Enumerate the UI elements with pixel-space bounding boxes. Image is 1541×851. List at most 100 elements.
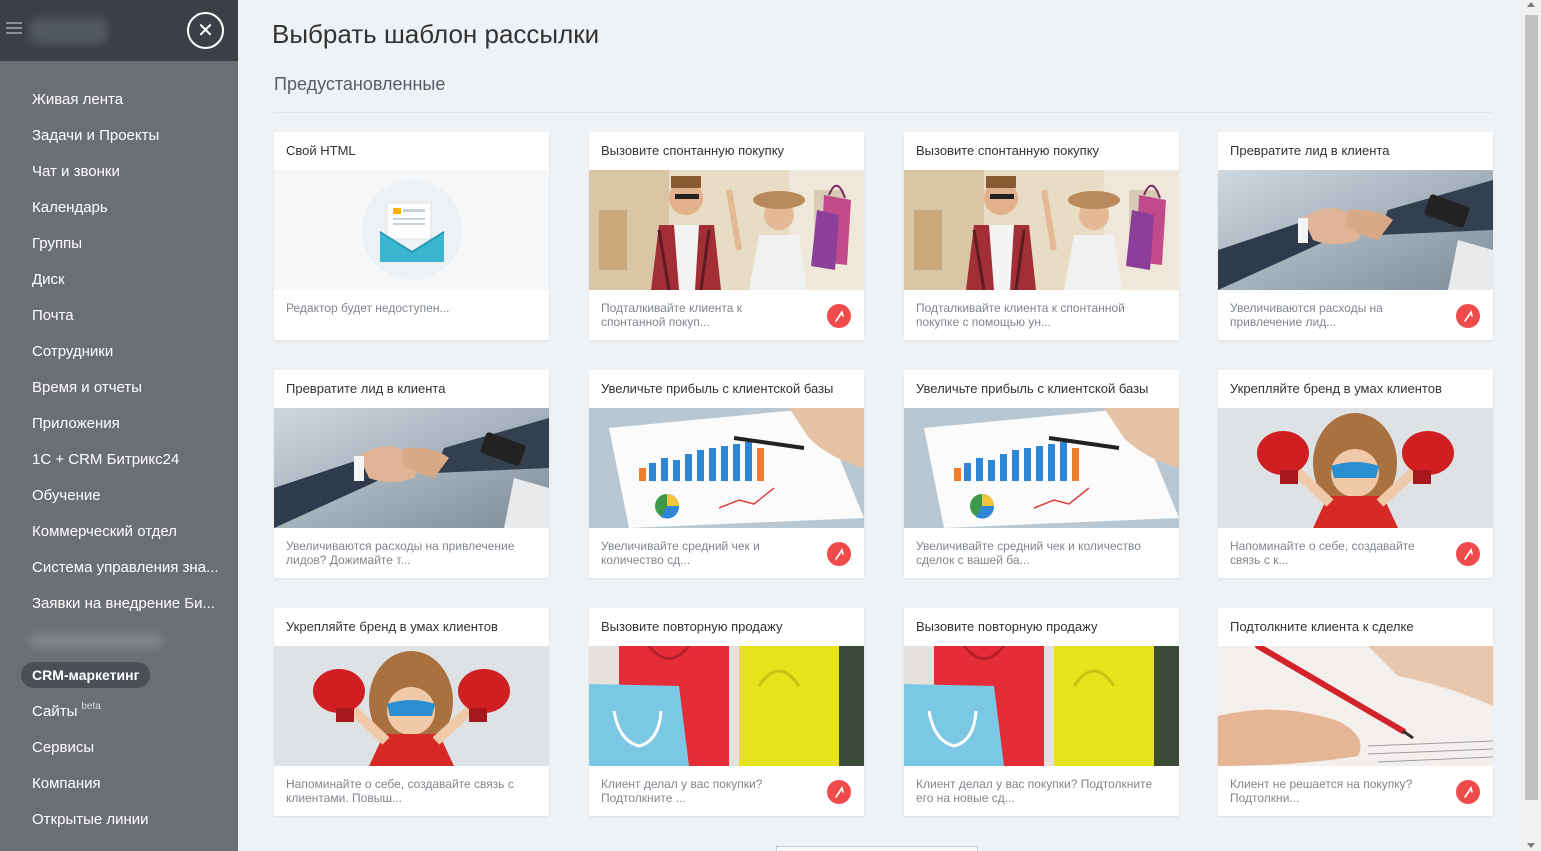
card-description: Подталкивайте клиента к спонтанной покуп… — [601, 301, 743, 329]
card-image — [1218, 170, 1493, 290]
close-button[interactable]: ✕ — [187, 12, 224, 49]
card-image — [904, 646, 1179, 766]
card-description: Редактор будет недоступен... — [286, 301, 450, 315]
sidebar-item-sites[interactable]: Сайты beta — [0, 694, 238, 730]
card-title: Свой HTML — [286, 143, 356, 158]
card-image — [274, 408, 549, 528]
sidebar-item-knowledge[interactable]: Система управления зна... — [0, 550, 238, 586]
sidebar-item-time-reports[interactable]: Время и отчеты — [0, 370, 238, 406]
template-card[interactable]: Увеличьте прибыль с клиентской базы Увел… — [589, 370, 864, 578]
scrollbar-thumb[interactable] — [1525, 15, 1538, 800]
template-card[interactable]: Свой HTML Редактор будет недоступен... — [274, 132, 549, 340]
sidebar-header: ✕ — [0, 0, 238, 61]
flame-icon — [1456, 780, 1480, 804]
card-description: Увеличиваются расходы на привлечение лид… — [1230, 301, 1383, 329]
sidebar-item-label: Сайты — [32, 703, 78, 720]
hero-kid-image — [274, 646, 549, 766]
template-card[interactable]: Подтолкните клиента к сделке Клиент не р… — [1218, 608, 1493, 816]
card-title: Укрепляйте бренд в умах клиентов — [286, 619, 498, 634]
template-card[interactable]: Вызовите спонтанную покупку Подталкивайт… — [589, 132, 864, 340]
signing-pen-image — [1218, 646, 1493, 766]
template-card[interactable]: Укрепляйте бренд в умах клиентов Напомин… — [1218, 370, 1493, 578]
flame-icon — [1456, 542, 1480, 566]
handshake-image — [1218, 170, 1493, 290]
hero-kid-image — [1218, 408, 1493, 528]
card-title: Укрепляйте бренд в умах клиентов — [1230, 381, 1442, 396]
sidebar-item-employees[interactable]: Сотрудники — [0, 334, 238, 370]
main-panel: Выбрать шаблон рассылки Предустановленны… — [238, 0, 1522, 851]
card-description: Увеличиваются расходы на привлечение лид… — [286, 539, 515, 567]
card-title: Вызовите спонтанную покупку — [601, 143, 785, 158]
card-image — [1218, 408, 1493, 528]
shopping-couple-image — [904, 170, 1179, 290]
card-title: Превратите лид в клиента — [286, 381, 446, 396]
scrollbar[interactable] — [1522, 0, 1541, 851]
sidebar-menu: Живая лента Задачи и Проекты Чат и звонк… — [0, 82, 238, 838]
card-title: Увеличьте прибыль с клиентской базы — [916, 381, 1149, 396]
flame-icon — [827, 304, 851, 328]
card-description: Клиент делал у вас покупки? Подтолкните … — [916, 777, 1153, 805]
card-image — [904, 408, 1179, 528]
template-card[interactable]: Вызовите спонтанную покупку Подталкивайт… — [904, 132, 1179, 340]
card-description: Увеличивайте средний чек и количество сд… — [916, 539, 1141, 567]
card-image — [904, 170, 1179, 290]
template-card[interactable]: Превратите лид в клиента Увеличиваются р… — [274, 370, 549, 578]
scroll-down-icon[interactable] — [1527, 843, 1535, 848]
card-image — [589, 408, 864, 528]
card-title: Вызовите спонтанную покупку — [916, 143, 1100, 158]
card-image — [274, 646, 549, 766]
card-title: Вызовите повторную продажу — [601, 619, 783, 634]
envelope-icon — [274, 170, 549, 290]
sidebar-item-open-lines[interactable]: Открытые линии — [0, 802, 238, 838]
beta-badge: beta — [81, 701, 101, 712]
card-image — [589, 170, 864, 290]
sidebar-item-disk[interactable]: Диск — [0, 262, 238, 298]
card-title: Подтолкните клиента к сделке — [1230, 619, 1414, 634]
menu-icon[interactable] — [6, 22, 22, 36]
shopping-bags-image — [589, 646, 864, 766]
section-divider — [274, 112, 1492, 113]
sidebar-item-sales-dept[interactable]: Коммерческий отдел — [0, 514, 238, 550]
sidebar-item-feed[interactable]: Живая лента — [0, 82, 238, 118]
scroll-up-icon[interactable] — [1527, 2, 1535, 7]
sidebar-item-1c-crm[interactable]: 1С + CRM Битрикс24 — [0, 442, 238, 478]
sidebar-item-learning[interactable]: Обучение — [0, 478, 238, 514]
card-description: Подталкивайте клиента к спонтанной покуп… — [916, 301, 1125, 329]
chart-paper-image — [589, 408, 864, 528]
card-description: Напоминайте о себе, создавайте связь с к… — [286, 777, 514, 805]
template-card[interactable]: Укрепляйте бренд в умах клиентов Напомин… — [274, 608, 549, 816]
handshake-image — [274, 408, 549, 528]
flame-icon — [1456, 304, 1480, 328]
sidebar-item-blurred[interactable] — [0, 622, 238, 658]
sidebar-item-calendar[interactable]: Календарь — [0, 190, 238, 226]
card-description: Клиент делал у вас покупки? Подтолкните … — [601, 777, 763, 805]
card-title: Увеличьте прибыль с клиентской базы — [601, 381, 834, 396]
shopping-couple-image — [589, 170, 864, 290]
card-description: Клиент не решается на покупку? Подтолкни… — [1230, 777, 1413, 805]
sidebar-item-crm-marketing[interactable]: CRM-маркетинг — [0, 658, 238, 694]
card-title: Вызовите повторную продажу — [916, 619, 1098, 634]
sidebar-item-mail[interactable]: Почта — [0, 298, 238, 334]
sidebar-item-label: CRM-маркетинг — [21, 662, 151, 688]
flame-icon — [827, 542, 851, 566]
flame-icon — [827, 780, 851, 804]
template-card[interactable]: Увеличьте прибыль с клиентской базы Увел… — [904, 370, 1179, 578]
template-card[interactable]: Вызовите повторную продажу Клиент делал … — [589, 608, 864, 816]
section-title: Предустановленные — [274, 74, 446, 94]
page-title: Выбрать шаблон рассылки — [272, 19, 600, 49]
sidebar-item-chat[interactable]: Чат и звонки — [0, 154, 238, 190]
portal-logo — [30, 18, 108, 44]
sidebar-item-apps[interactable]: Приложения — [0, 406, 238, 442]
load-more-button[interactable] — [776, 846, 978, 851]
card-image — [1218, 646, 1493, 766]
template-card[interactable]: Превратите лид в клиента Увеличиваются р… — [1218, 132, 1493, 340]
card-title: Превратите лид в клиента — [1230, 143, 1390, 158]
sidebar-item-tasks[interactable]: Задачи и Проекты — [0, 118, 238, 154]
sidebar-item-services[interactable]: Сервисы — [0, 730, 238, 766]
shopping-bags-image — [904, 646, 1179, 766]
sidebar-item-company[interactable]: Компания — [0, 766, 238, 802]
template-card[interactable]: Вызовите повторную продажу Клиент делал … — [904, 608, 1179, 816]
sidebar-item-requests[interactable]: Заявки на внедрение Би... — [0, 586, 238, 622]
card-description: Увеличивайте средний чек и количество сд… — [601, 539, 760, 567]
sidebar-item-groups[interactable]: Группы — [0, 226, 238, 262]
